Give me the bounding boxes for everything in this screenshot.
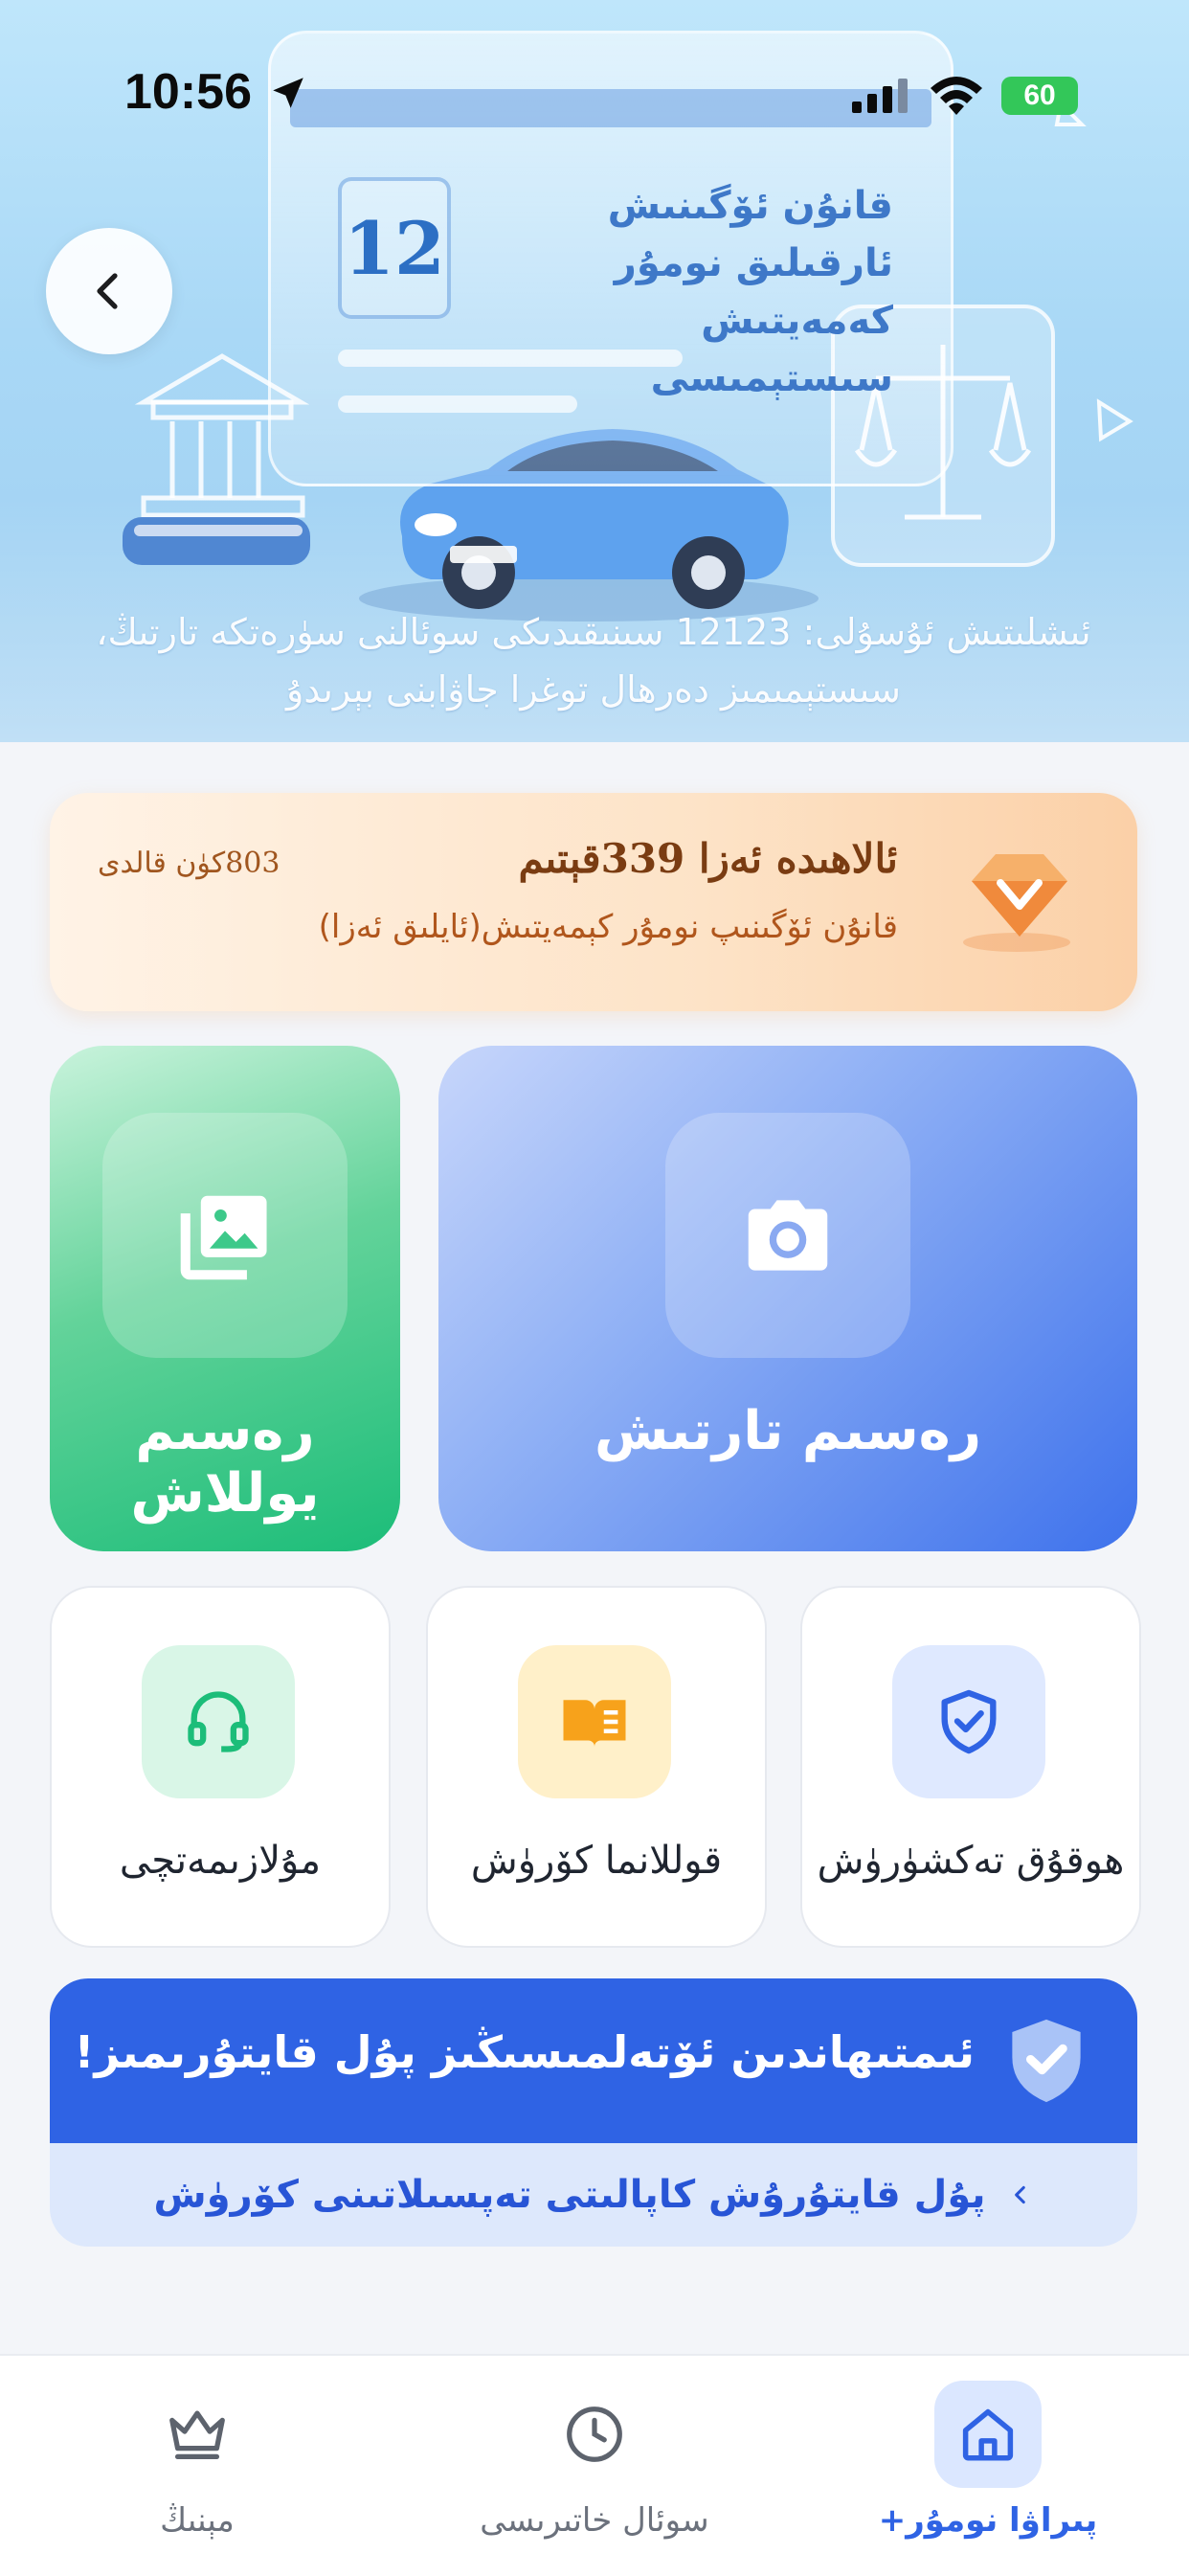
card-number-box: 12 (338, 177, 451, 319)
law-card-illustration: 12 قانۇن ئۆگىنىش ئارقىلىق نومۇر كەمەيتىش… (268, 31, 953, 486)
vip-membership-banner[interactable]: ئالاھىدە ئەزا 339قېتىم قانۇن ئۆگىنىپ نوم… (50, 793, 1137, 1011)
vip-badge-icon (963, 854, 1070, 952)
take-photo-tile[interactable]: رەسىم تارتىش (438, 1046, 1137, 1551)
refund-details-label: پۇل قايتۇرۇش كاپالىتى تەپسىلاتىنى كۆرۈش (153, 2173, 986, 2217)
rights-check-label: ھوقۇق تەكشۈرۈش (817, 1839, 1125, 1883)
refund-title: ئىمتىھاندىن ئۆتەلمىسىڭىز پۇل قايتۇرىمىز! (74, 2026, 975, 2078)
home-icon (962, 2408, 1014, 2461)
tab-mine-label: مېنىڭ (160, 2501, 235, 2540)
chevron-left-icon (97, 273, 118, 309)
camera-icon (748, 1200, 828, 1271)
rights-check-card[interactable]: ھوقۇق تەكشۈرۈش (800, 1586, 1141, 1948)
card-header-bar (290, 89, 931, 127)
refund-details-link[interactable]: پۇل قايتۇرۇش كاپالىتى تەپسىلاتىنى كۆرۈش (50, 2143, 1137, 2247)
status-time: 10:56 (124, 64, 252, 120)
cellular-signal-icon (852, 79, 908, 113)
tab-home-label: پىراۋا نومۇر+ (878, 2501, 1098, 2540)
headset-icon (188, 1691, 249, 1752)
support-card[interactable]: مۇلازىمەتچى (50, 1586, 391, 1948)
upload-icon-box (102, 1113, 348, 1358)
guide-icon-box (518, 1645, 671, 1798)
chevron-left-icon (1015, 2185, 1026, 2204)
vip-subtitle: قانۇن ئۆگىنىپ نومۇر كېمەيتىش(ئايلىق ئەزا… (318, 908, 898, 946)
refund-banner-header: ئىمتىھاندىن ئۆتەلمىسىڭىز پۇل قايتۇرىمىز! (50, 1978, 1137, 2143)
hero-banner: 12 قانۇن ئۆگىنىش ئارقىلىق نومۇر كەمەيتىش… (0, 0, 1189, 742)
guide-label: قوللانما كۆرۈش (470, 1839, 723, 1883)
battery-indicator: 60 (1001, 77, 1078, 115)
back-button[interactable] (46, 228, 172, 354)
camera-icon-box (665, 1113, 910, 1358)
card-line (338, 395, 577, 413)
vip-days-left: 803كۈن قالدى (98, 847, 280, 880)
hero-caption: ئىشلىتىش ئۇسۇلى: 12123 سىنىقىدىكى سوئالن… (96, 611, 1091, 711)
tab-home[interactable]: پىراۋا نومۇر+ (844, 2381, 1132, 2563)
card-line (338, 350, 683, 367)
refund-guarantee-banner[interactable]: ئىمتىھاندىن ئۆتەلمىسىڭىز پۇل قايتۇرىمىز!… (50, 1978, 1137, 2247)
upload-photo-label: رەسىم يوللاش (130, 1400, 320, 1525)
guide-card[interactable]: قوللانما كۆرۈش (426, 1586, 767, 1948)
tab-mine-icon-wrap (144, 2381, 251, 2488)
crown-icon (169, 2410, 225, 2459)
rights-icon-box (892, 1645, 1045, 1798)
card-title: قانۇن ئۆگىنىش ئارقىلىق نومۇر كەمەيتىش سى… (607, 184, 893, 400)
bottom-tab-bar: مېنىڭ سوئال خاتىرىسى پىراۋا نومۇر+ (0, 2354, 1189, 2576)
wifi-icon (931, 77, 982, 115)
location-arrow-icon (273, 78, 303, 108)
upload-photo-tile[interactable]: رەسىم يوللاش (50, 1046, 400, 1551)
support-label: مۇلازىمەتچى (119, 1839, 322, 1883)
tab-history-icon-wrap (541, 2381, 648, 2488)
gallery-icon (180, 1195, 267, 1280)
tab-history[interactable]: سوئال خاتىرىسى (451, 2381, 738, 2563)
take-photo-label: رەسىم تارتىش (594, 1400, 981, 1462)
support-icon-box (142, 1645, 295, 1798)
shield-badge-icon (1012, 2019, 1081, 2103)
tab-history-label: سوئال خاتىرىسى (480, 2501, 709, 2540)
tab-home-icon-wrap (934, 2381, 1042, 2488)
shield-check-icon (941, 1689, 997, 1754)
vip-title: ئالاھىدە ئەزا 339قېتىم (518, 835, 898, 882)
tab-mine[interactable]: مېنىڭ (54, 2381, 341, 2563)
book-icon (563, 1700, 626, 1747)
clock-icon (567, 2407, 622, 2462)
